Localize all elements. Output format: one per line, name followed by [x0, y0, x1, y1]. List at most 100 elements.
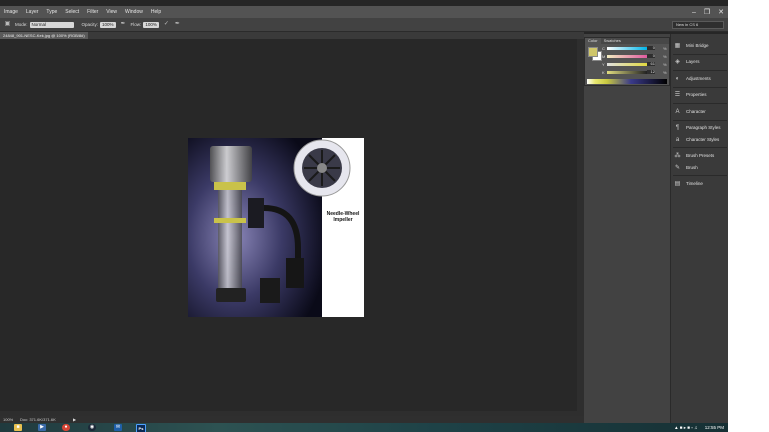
slider-letter-c: C — [602, 46, 605, 51]
slider-letter-k: K — [602, 70, 605, 75]
pressure-size-icon[interactable]: ✒ — [174, 21, 181, 28]
dock-label: Character — [686, 109, 706, 114]
restore-button[interactable]: ❐ — [704, 8, 710, 16]
menu-select[interactable]: Select — [61, 9, 83, 15]
chrome-icon[interactable]: ● — [62, 424, 70, 431]
dock-layers[interactable]: ◈ Layers — [673, 56, 727, 67]
tool-options-bar: ▣ Mode: Normal Opacity: 100% ✒ Flow: 100… — [0, 18, 728, 32]
pressure-opacity-icon[interactable]: ✒ — [120, 21, 127, 28]
magenta-value[interactable]: 0 — [647, 54, 655, 58]
cyan-percent: % — [663, 46, 667, 51]
dock-divider — [673, 87, 727, 88]
mode-label: Mode: — [15, 22, 28, 27]
properties-icon: ☰ — [674, 92, 681, 98]
slider-letter-m: M — [602, 54, 606, 59]
clock[interactable]: 12:55 PM — [705, 425, 724, 430]
opacity-label: Opacity: — [81, 22, 99, 27]
menu-view[interactable]: View — [102, 9, 121, 15]
dock-label: Layers — [686, 59, 700, 64]
outlook-icon[interactable]: ✉ — [114, 424, 122, 431]
dock-character-styles[interactable]: a Character Styles — [673, 134, 727, 145]
dock-paragraph-styles[interactable]: ¶ Paragraph Styles — [673, 122, 727, 133]
menu-help[interactable]: Help — [147, 9, 165, 15]
panel-column — [584, 34, 670, 423]
dock-label: Adjustments — [686, 76, 711, 81]
airbrush-icon[interactable]: ✓ — [163, 21, 170, 28]
dock-label: Brush Presets — [686, 153, 715, 158]
slider-letter-y: Y — [602, 62, 605, 67]
windows-taskbar: ■ ▶ ● ◉ ✉ Ps ▲ ■ ▸ ■ ▫ ♫ 12:55 PM — [0, 423, 728, 432]
dock-label: Brush — [686, 165, 698, 170]
dock-divider — [673, 175, 727, 176]
zoom-level[interactable]: 100% — [3, 416, 13, 423]
menu-layer[interactable]: Layer — [22, 9, 43, 15]
color-panel: Color Swatches C 0 % M 0 % Y 61 % K 12 % — [584, 37, 670, 86]
photoshop-icon[interactable]: Ps — [136, 424, 146, 432]
menu-window[interactable]: Window — [121, 9, 147, 15]
menu-image[interactable]: Image — [0, 9, 22, 15]
status-bar: 100% Doc: 371.6K/371.6K ▶ — [0, 416, 584, 423]
dock-divider — [673, 54, 727, 55]
dock-divider — [673, 147, 727, 148]
yellow-slider[interactable] — [607, 63, 647, 66]
dock-label: Mini Bridge — [686, 43, 709, 48]
system-tray: ▲ ■ ▸ ■ ▫ ♫ 12:55 PM — [674, 423, 724, 432]
timeline-icon: ▤ — [674, 181, 681, 187]
document-image[interactable]: Needle-Wheel Impeller — [188, 138, 364, 317]
dock-timeline[interactable]: ▤ Timeline — [673, 178, 727, 189]
color-panel-tabs: Color Swatches — [585, 38, 669, 44]
document-tab[interactable]: 24848_901-NESC-Kek.jpg @ 100% (RGB/8#) — [0, 32, 88, 39]
cyan-value[interactable]: 0 — [647, 46, 655, 50]
tool-preset-icon[interactable]: ▣ — [4, 21, 11, 28]
close-button[interactable]: ✕ — [718, 8, 724, 16]
adjustments-icon: ◐ — [675, 75, 680, 82]
doc-size[interactable]: Doc: 371.6K/371.6K — [20, 416, 56, 423]
magenta-percent: % — [663, 54, 667, 59]
tab-color[interactable]: Color — [585, 38, 601, 44]
dock-divider — [673, 70, 727, 71]
photoshop-window: Image Layer Type Select Filter View Wind… — [0, 0, 728, 432]
dock-brush-presets[interactable]: ⁂ Brush Presets — [673, 150, 727, 161]
paragraph-styles-icon: ¶ — [675, 124, 680, 131]
flow-field[interactable]: 100% — [143, 21, 159, 28]
character-icon: A — [675, 108, 680, 115]
protein-skimmer-photo — [188, 138, 364, 317]
black-percent: % — [663, 70, 667, 75]
dock-label: Timeline — [686, 181, 703, 186]
menu-bar: Image Layer Type Select Filter View Wind… — [0, 6, 728, 18]
layers-icon: ◈ — [675, 59, 680, 65]
cyan-slider[interactable] — [607, 47, 647, 50]
steam-icon[interactable]: ◉ — [88, 424, 96, 431]
tab-swatches[interactable]: Swatches — [601, 38, 624, 44]
vertical-scrollbar[interactable] — [577, 39, 584, 416]
dock-mini-bridge[interactable]: ▦ Mini Bridge — [673, 40, 727, 51]
panel-dock: ▦ Mini Bridge ◈ Layers ◐ Adjustments ☰ P… — [670, 34, 728, 423]
tray-icons[interactable]: ▲ ■ ▸ ■ ▫ ♫ — [674, 425, 697, 430]
image-caption: Needle-Wheel Impeller — [322, 211, 364, 223]
dock-brush[interactable]: ✎ Brush — [673, 162, 727, 173]
black-slider[interactable] — [607, 71, 647, 74]
black-value[interactable]: 12 — [647, 70, 655, 74]
workspace-switcher[interactable]: New in CS 6 — [672, 21, 724, 29]
dock-character[interactable]: A Character — [673, 106, 727, 117]
foreground-color-swatch[interactable] — [588, 47, 598, 57]
yellow-value[interactable]: 61 — [647, 62, 655, 66]
dock-label: Character Styles — [686, 137, 720, 142]
media-player-icon[interactable]: ▶ — [38, 424, 46, 431]
brush-presets-icon: ⁂ — [674, 153, 681, 159]
magenta-slider[interactable] — [607, 55, 647, 58]
dock-divider — [673, 103, 727, 104]
dock-label: Paragraph Styles — [686, 125, 721, 130]
mini-bridge-icon: ▦ — [674, 43, 681, 49]
menu-type[interactable]: Type — [42, 9, 61, 15]
file-explorer-icon[interactable]: ■ — [14, 424, 22, 431]
status-menu-arrow-icon[interactable]: ▶ — [73, 416, 76, 423]
dock-adjustments[interactable]: ◐ Adjustments — [673, 73, 727, 84]
menu-filter[interactable]: Filter — [83, 9, 102, 15]
opacity-field[interactable]: 100% — [100, 21, 116, 28]
document-tab-row: 24848_901-NESC-Kek.jpg @ 100% (RGB/8#) — [0, 32, 584, 39]
minimize-button[interactable]: – — [692, 9, 696, 16]
dock-properties[interactable]: ☰ Properties — [673, 89, 727, 100]
mode-dropdown[interactable]: Normal — [29, 21, 74, 28]
color-spectrum-ramp[interactable] — [587, 79, 667, 84]
